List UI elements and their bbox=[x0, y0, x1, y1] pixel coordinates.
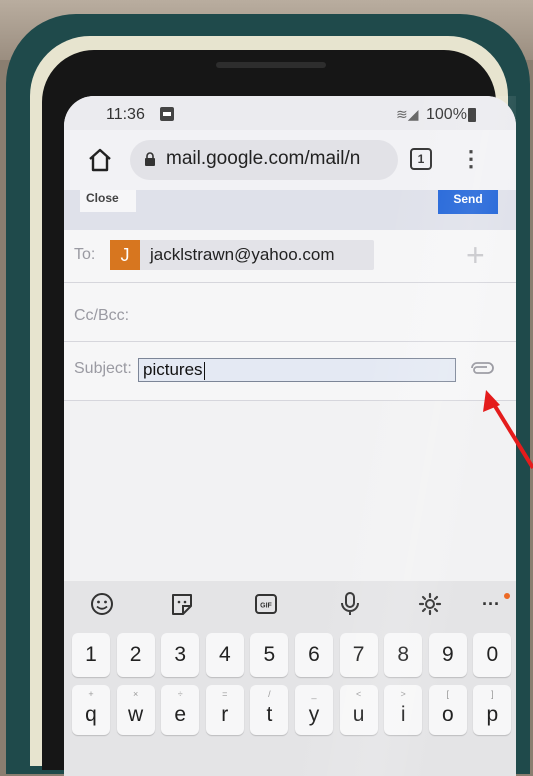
key-label: u bbox=[352, 703, 365, 726]
key-label: y bbox=[308, 703, 320, 726]
text-cursor bbox=[203, 361, 205, 380]
key-1[interactable]: 1 bbox=[72, 633, 110, 677]
home-icon bbox=[89, 148, 111, 172]
key-9[interactable]: 9 bbox=[428, 633, 467, 677]
key-8[interactable]: 8 bbox=[384, 633, 423, 677]
send-button[interactable]: Send bbox=[438, 190, 498, 214]
cc-bcc-label: Cc/Bcc: bbox=[74, 307, 130, 324]
key-label: 4 bbox=[218, 643, 231, 666]
compose-toolbar: Close Send bbox=[64, 190, 516, 230]
key-5[interactable]: 5 bbox=[250, 633, 289, 677]
key-label: r bbox=[221, 703, 229, 726]
subject-row: Subject: pictures bbox=[64, 342, 516, 401]
onscreen-keyboard: GIF ··· 1234567890 + q × w ÷ e = r / t _ y < u > i[o] p bbox=[64, 581, 516, 776]
key-label: q bbox=[85, 703, 97, 726]
recipient-email: jacklstrawn@yahoo.com bbox=[150, 245, 335, 264]
key-7[interactable]: 7 bbox=[339, 633, 378, 677]
cc-bcc-row[interactable]: Cc/Bcc: bbox=[64, 283, 516, 342]
battery-icon bbox=[468, 108, 476, 122]
key-label: p bbox=[486, 703, 499, 726]
key-4[interactable]: 4 bbox=[205, 633, 244, 677]
number-key-row: 1 2 3 4 5 6 7 8 9 0 bbox=[64, 633, 516, 677]
key-label: i bbox=[400, 703, 406, 726]
gif-icon[interactable]: GIF bbox=[252, 591, 280, 617]
key-hint: = bbox=[222, 689, 228, 699]
more-options-button[interactable]: ··· bbox=[482, 591, 510, 617]
status-bar: 11:36 ≋◢ 100% bbox=[64, 96, 516, 130]
gallery-notification-icon bbox=[160, 107, 174, 121]
sticker-icon[interactable] bbox=[168, 591, 196, 617]
key-hint: _ bbox=[311, 689, 317, 699]
key-label: 6 bbox=[308, 643, 320, 666]
message-body[interactable] bbox=[64, 401, 516, 581]
key-3[interactable]: 3 bbox=[161, 633, 200, 677]
key-y[interactable]: _ y bbox=[295, 685, 333, 735]
key-w[interactable]: × w bbox=[116, 685, 155, 735]
key-label: 7 bbox=[352, 643, 365, 666]
key-label: o bbox=[441, 703, 454, 726]
letter-key-row: + q × w ÷ e = r / t _ y < u > i[o] p bbox=[64, 685, 516, 735]
home-button[interactable] bbox=[86, 146, 114, 174]
key-hint: [ bbox=[446, 689, 450, 699]
url-text: mail.google.com/mail/n bbox=[166, 148, 361, 169]
microphone-icon[interactable] bbox=[336, 591, 364, 617]
emoji-icon[interactable] bbox=[88, 591, 116, 617]
earpiece-speaker bbox=[216, 62, 326, 68]
address-bar[interactable]: mail.google.com/mail/n bbox=[130, 140, 398, 180]
gif-label: GIF bbox=[260, 603, 272, 610]
settings-icon[interactable] bbox=[416, 591, 444, 617]
close-button[interactable]: Close bbox=[80, 190, 136, 212]
key-r[interactable]: = r bbox=[205, 685, 244, 735]
key-q[interactable]: + q bbox=[72, 685, 110, 735]
key-0[interactable]: 0 bbox=[473, 633, 512, 677]
key-label: 1 bbox=[85, 643, 97, 666]
key-i[interactable]: > i bbox=[384, 685, 423, 735]
to-label: To: bbox=[74, 246, 96, 263]
key-hint: ÷ bbox=[177, 689, 183, 699]
browser-toolbar: mail.google.com/mail/n 1 ⋮ bbox=[64, 130, 516, 190]
attachment-paperclip-icon[interactable] bbox=[466, 360, 496, 376]
notification-dot bbox=[504, 593, 510, 599]
key-p[interactable]: ] p bbox=[473, 685, 512, 735]
to-row: To: J jacklstrawn@yahoo.com + bbox=[64, 230, 516, 283]
status-time: 11:36 bbox=[106, 106, 145, 123]
battery-percent: 100% bbox=[426, 106, 467, 123]
key-label: 8 bbox=[397, 643, 410, 666]
avatar: J bbox=[110, 240, 140, 270]
key-hint: > bbox=[400, 689, 406, 699]
phone-screen: 11:36 ≋◢ 100% mail.google.com/mail/n 1 ⋮… bbox=[64, 96, 516, 776]
key-label: t bbox=[266, 703, 273, 726]
key-hint: ] bbox=[491, 689, 494, 699]
tab-switcher-button[interactable]: 1 bbox=[410, 148, 432, 170]
wifi-signal-icon: ≋◢ bbox=[396, 106, 419, 122]
recipient-chip[interactable]: J jacklstrawn@yahoo.com bbox=[110, 240, 374, 270]
key-label: w bbox=[128, 703, 144, 726]
more-icon: ··· bbox=[482, 594, 500, 614]
key-label: e bbox=[174, 703, 187, 726]
key-2[interactable]: 2 bbox=[116, 633, 155, 677]
key-hint: / bbox=[268, 689, 271, 699]
key-hint: × bbox=[132, 689, 139, 699]
key-label: 0 bbox=[486, 643, 499, 666]
key-6[interactable]: 6 bbox=[295, 633, 333, 677]
key-hint: + bbox=[88, 689, 94, 699]
lock-icon bbox=[145, 152, 155, 166]
key-o[interactable]: [o bbox=[428, 685, 467, 735]
key-hint: < bbox=[355, 689, 362, 699]
subject-input[interactable]: pictures bbox=[138, 358, 456, 382]
key-t[interactable]: / t bbox=[250, 685, 289, 735]
subject-value: pictures bbox=[143, 360, 203, 379]
keyboard-toolbar: GIF ··· bbox=[64, 581, 516, 625]
browser-menu-button[interactable]: ⋮ bbox=[460, 146, 482, 172]
subject-label: Subject: bbox=[74, 360, 132, 377]
key-e[interactable]: ÷ e bbox=[161, 685, 200, 735]
key-label: 2 bbox=[129, 643, 142, 666]
key-label: 5 bbox=[263, 643, 276, 666]
key-u[interactable]: < u bbox=[339, 685, 378, 735]
key-label: 3 bbox=[174, 643, 187, 666]
add-recipient-button[interactable]: + bbox=[466, 239, 485, 271]
key-label: 9 bbox=[441, 643, 454, 666]
